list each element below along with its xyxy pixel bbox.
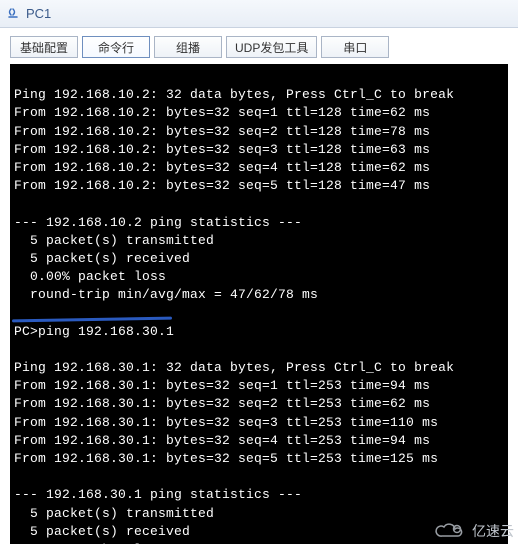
terminal-line: From 192.168.10.2: bytes=32 seq=5 ttl=12… [14,178,430,193]
terminal-line: From 192.168.30.1: bytes=32 seq=5 ttl=25… [14,451,438,466]
terminal-line: PC>ping 192.168.30.1 [14,324,174,339]
app-icon [6,6,22,22]
tab-basic-config[interactable]: 基础配置 [10,36,78,58]
terminal-line: 5 packet(s) received [14,251,190,266]
terminal-line: 0.00% packet loss [14,269,166,284]
watermark-text: 亿速云 [472,521,514,541]
tab-command-line[interactable]: 命令行 [82,36,150,58]
tab-serial[interactable]: 串口 [321,36,389,58]
watermark: 亿速云 [434,521,514,541]
terminal-line: --- 192.168.10.2 ping statistics --- [14,215,302,230]
terminal-line: 5 packet(s) received [14,524,190,539]
window-titlebar: PC1 [0,0,518,28]
terminal-line: From 192.168.30.1: bytes=32 seq=1 ttl=25… [14,378,430,393]
terminal-line: 5 packet(s) transmitted [14,233,214,248]
annotation-underline [12,317,172,323]
terminal-line: From 192.168.10.2: bytes=32 seq=4 ttl=12… [14,160,430,175]
terminal-line: From 192.168.10.2: bytes=32 seq=2 ttl=12… [14,124,430,139]
terminal-line: From 192.168.10.2: bytes=32 seq=1 ttl=12… [14,105,430,120]
cloud-icon [434,521,468,541]
tab-udp-tool[interactable]: UDP发包工具 [226,36,317,58]
terminal-line: --- 192.168.30.1 ping statistics --- [14,487,302,502]
terminal-line: Ping 192.168.30.1: 32 data bytes, Press … [14,360,454,375]
terminal-line: 0.00% packet loss [14,542,166,544]
terminal-line: 5 packet(s) transmitted [14,506,214,521]
terminal-line: From 192.168.10.2: bytes=32 seq=3 ttl=12… [14,142,430,157]
tab-bar: 基础配置 命令行 组播 UDP发包工具 串口 [0,28,518,64]
window-title: PC1 [26,6,51,21]
terminal-output[interactable]: Ping 192.168.10.2: 32 data bytes, Press … [10,64,508,544]
terminal-line: round-trip min/avg/max = 47/62/78 ms [14,287,318,302]
terminal-line: From 192.168.30.1: bytes=32 seq=2 ttl=25… [14,396,430,411]
terminal-line: From 192.168.30.1: bytes=32 seq=4 ttl=25… [14,433,430,448]
tab-multicast[interactable]: 组播 [154,36,222,58]
terminal-line: Ping 192.168.10.2: 32 data bytes, Press … [14,87,454,102]
terminal-line: From 192.168.30.1: bytes=32 seq=3 ttl=25… [14,415,438,430]
